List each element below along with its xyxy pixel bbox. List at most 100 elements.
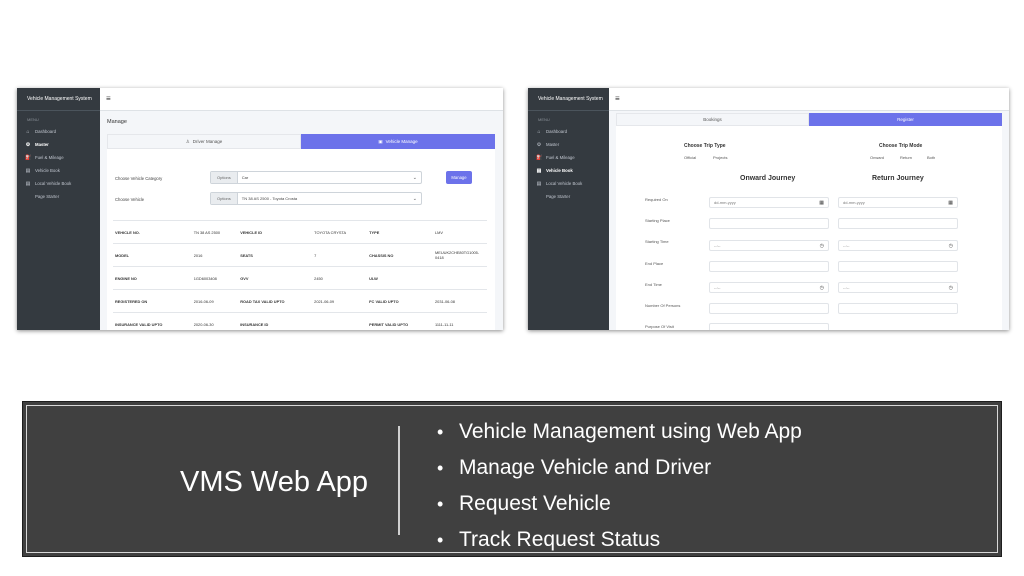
person-icon: ♙ <box>185 138 190 144</box>
sidebar-item-label: Local Vehicle Book <box>35 181 72 186</box>
sidebar-item-dashboard[interactable]: ⌂ Dashboard <box>528 125 609 138</box>
onward-persons-input[interactable] <box>709 303 829 314</box>
sidebar-item-vehicle-book[interactable]: ▤ Vehicle Book <box>17 164 100 177</box>
cell: 2031-06-08 <box>433 289 487 313</box>
return-end-time-input[interactable]: --:-- ◷ <box>838 282 958 293</box>
trip-type-projects[interactable]: Projects <box>713 155 727 160</box>
cell: LMV <box>433 220 487 244</box>
vehicle-manage-screenshot: Vehicle Management System MENU ⌂ Dashboar… <box>17 88 503 330</box>
clock-icon[interactable]: ◷ <box>820 243 824 249</box>
tab-bookings[interactable]: Bookings <box>616 113 809 126</box>
category-select[interactable]: Options Car ⌄ <box>210 171 422 184</box>
sidebar-item-master[interactable]: ⚙ Master <box>528 138 609 151</box>
cell: INSURANCE VALID UPTO <box>113 312 192 330</box>
vehicle-booking-screenshot: Vehicle Management System MENU ⌂ Dashboar… <box>528 88 1009 330</box>
cell <box>433 266 487 290</box>
bullet-icon: • <box>437 458 444 478</box>
car-icon: ▣ <box>378 138 383 144</box>
sidebar-item-page-starter[interactable]: Page Starter <box>528 190 609 202</box>
sidebar-item-master[interactable]: ⚙ Master <box>17 138 100 151</box>
sidebar-item-vehicle-book[interactable]: ▤ Vehicle Book <box>528 164 609 177</box>
brand-title[interactable]: Vehicle Management System <box>17 88 100 111</box>
sidebar-item-label: Page Starter <box>546 193 571 199</box>
clock-icon[interactable]: ◷ <box>820 285 824 291</box>
cell: GVV <box>238 266 313 290</box>
starting-time-label: Starting Time <box>645 239 669 244</box>
gear-icon: ⚙ <box>25 141 31 148</box>
sidebar-item-fuel[interactable]: ⛽ Fuel & Mileage <box>528 151 609 164</box>
feature-text: Request Vehicle <box>459 492 611 515</box>
calendar-icon[interactable]: ▦ <box>819 200 824 206</box>
sidebar-item-label: Page Starter <box>35 193 60 199</box>
date-placeholder: dd-mm-yyyy <box>843 200 865 205</box>
sidebar-item-local-vehicle-book[interactable]: ▤ Local Vehicle Book <box>528 177 609 190</box>
onward-starting-place-input[interactable] <box>709 218 829 229</box>
sidebar-item-label: Master <box>35 142 49 147</box>
app-name: VMS Web App <box>180 466 369 498</box>
onward-end-time-input[interactable]: --:-- ◷ <box>709 282 829 293</box>
trip-mode-both[interactable]: Both <box>927 155 935 160</box>
trip-mode-onward[interactable]: Onward <box>870 155 884 160</box>
end-place-label: End Place <box>645 261 664 266</box>
divider <box>398 426 400 535</box>
sidebar: Vehicle Management System MENU ⌂ Dashboar… <box>17 88 100 330</box>
feature-text: Vehicle Management using Web App <box>459 420 802 443</box>
manage-button[interactable]: Manage <box>446 171 472 184</box>
sidebar-item-dashboard[interactable]: ⌂ Dashboard <box>17 125 100 138</box>
feature-text: Manage Vehicle and Driver <box>459 456 712 479</box>
purpose-input[interactable] <box>709 323 829 330</box>
return-persons-input[interactable] <box>838 303 958 314</box>
cell: TN 38 AS 2500 <box>191 220 239 244</box>
tab-vehicle-manage[interactable]: ▣ Vehicle Manage <box>301 134 495 149</box>
manage-card: ♙ Driver Manage ▣ Vehicle Manage Choose Ve… <box>107 134 495 330</box>
sidebar-item-page-starter[interactable]: Page Starter <box>17 190 100 202</box>
calendar-icon[interactable]: ▦ <box>948 200 953 206</box>
sidebar-item-label: Fuel & Mileage <box>35 155 64 160</box>
tab-register[interactable]: Register <box>809 113 1002 126</box>
category-label: Choose Vehicle Category <box>115 176 163 181</box>
menu-toggle-icon[interactable]: ≡ <box>106 94 111 103</box>
cell: SEATS <box>238 243 313 267</box>
fuel-icon: ⛽ <box>25 154 32 161</box>
sidebar-item-label: Vehicle Book <box>546 168 573 173</box>
trip-type-title: Choose Trip Type <box>684 143 726 149</box>
return-starting-place-input[interactable] <box>838 218 958 229</box>
table-row: REGISTERED ON 2016-06-09 ROAD TAX VALID … <box>113 289 487 313</box>
cell: VEHICLE ID <box>238 220 313 244</box>
onward-starting-time-input[interactable]: --:-- ◷ <box>709 240 829 251</box>
menu-heading: MENU <box>538 117 550 122</box>
return-date-input[interactable]: dd-mm-yyyy ▦ <box>838 197 958 208</box>
vehicle-value: TN 38 AS 2500 - Toyota Crosta <box>241 196 298 201</box>
persons-label: Number Of Persons <box>645 303 681 308</box>
return-end-place-input[interactable] <box>838 261 958 272</box>
vehicle-select[interactable]: Options TN 38 AS 2500 - Toyota Crosta ⌄ <box>210 192 422 205</box>
starting-place-label: Starting Place <box>645 218 670 223</box>
cell: TOYOTA CRYSTA <box>312 220 368 244</box>
cell: TYPE <box>367 220 433 244</box>
onward-date-input[interactable]: dd-mm-yyyy ▦ <box>709 197 829 208</box>
brand-title[interactable]: Vehicle Management System <box>528 88 609 111</box>
clock-icon[interactable]: ◷ <box>949 243 953 249</box>
table-row: INSURANCE VALID UPTO 2020-06-30 INSURANC… <box>113 312 487 330</box>
sidebar-item-local-vehicle-book[interactable]: ▤ Local Vehicle Book <box>17 177 100 190</box>
feature-text: Track Request Status <box>459 528 661 551</box>
bullet-icon: • <box>437 422 444 442</box>
clock-icon[interactable]: ◷ <box>949 285 953 291</box>
cell: MODEL <box>113 243 192 267</box>
home-icon: ⌂ <box>26 128 30 135</box>
trip-mode-return[interactable]: Return <box>900 155 912 160</box>
book-icon: ▤ <box>536 167 542 174</box>
return-starting-time-input[interactable]: --:-- ◷ <box>838 240 958 251</box>
bullet-icon: • <box>437 494 444 514</box>
required-on-label: Required On <box>645 197 668 202</box>
list-item: • Vehicle Management using Web App <box>437 414 802 450</box>
time-placeholder: --:-- <box>714 243 721 248</box>
menu-toggle-icon[interactable]: ≡ <box>615 94 620 103</box>
sidebar-item-fuel[interactable]: ⛽ Fuel & Mileage <box>17 151 100 164</box>
onward-end-place-input[interactable] <box>709 261 829 272</box>
tab-driver-manage[interactable]: ♙ Driver Manage <box>107 134 301 149</box>
sidebar: Vehicle Management System MENU ⌂ Dashboar… <box>528 88 609 330</box>
home-icon: ⌂ <box>537 128 541 135</box>
trip-type-official[interactable]: Official <box>684 155 696 160</box>
cell: CHASSIS NO <box>367 243 433 267</box>
